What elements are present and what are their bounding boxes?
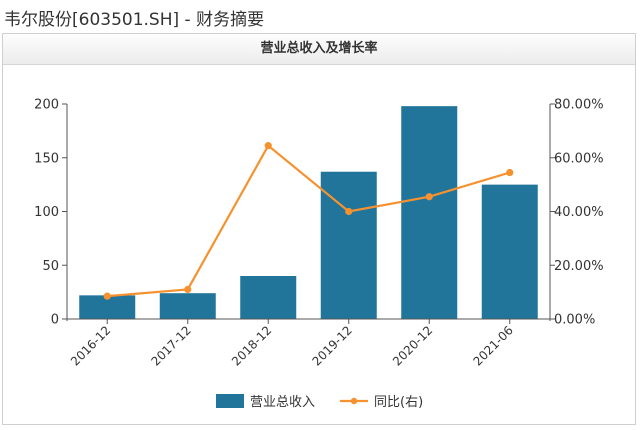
legend-label-revenue: 营业总收入 xyxy=(250,395,315,410)
bar-2018-12 xyxy=(240,276,297,319)
legend-swatch-revenue xyxy=(216,394,244,408)
bar-2019-12 xyxy=(320,171,377,319)
bar-2021-06 xyxy=(481,184,538,319)
y-left-tick-label-50: 50 xyxy=(42,259,59,274)
x-tick-label-2017-12: 2017-12 xyxy=(149,323,194,368)
x-tick-label-2019-12: 2019-12 xyxy=(310,323,355,368)
growth-point-2021-06 xyxy=(506,168,514,177)
y-left-tick-label-100: 100 xyxy=(34,205,59,220)
x-tick-label-2020-12: 2020-12 xyxy=(390,323,435,368)
y-right-tick-label-80: 80.00% xyxy=(554,98,604,113)
y-right-tick-label-0: 0.00% xyxy=(554,313,595,328)
x-tick-label-2016-12: 2016-12 xyxy=(68,323,113,368)
growth-point-2020-12 xyxy=(425,193,433,201)
growth-point-2016-12 xyxy=(103,292,111,300)
y-right-tick-label-60: 60.00% xyxy=(554,151,604,166)
y-right-tick-label-40: 40.00% xyxy=(554,205,604,220)
y-left-tick-label-200: 200 xyxy=(34,98,59,113)
growth-point-2017-12 xyxy=(184,285,192,294)
legend-label-growth: 同比(右) xyxy=(374,395,423,410)
y-left-tick-label-150: 150 xyxy=(34,151,59,166)
growth-point-2018-12 xyxy=(264,142,272,150)
bar-2020-12 xyxy=(401,106,458,320)
y-right-tick-label-20: 20.00% xyxy=(554,259,604,274)
legend-marker-growth xyxy=(350,397,358,405)
growth-point-2019-12 xyxy=(345,207,353,216)
x-tick-label-2021-06: 2021-06 xyxy=(471,323,516,368)
revenue-growth-chart: 0 50 100 150 200 0.00% 20.00% 40.00% 60.00% 80.00… xyxy=(34,98,604,411)
bar-2017-12 xyxy=(159,293,216,319)
x-tick-label-2018-12: 2018-12 xyxy=(229,323,274,368)
y-left-tick-label-0: 0 xyxy=(51,313,59,328)
